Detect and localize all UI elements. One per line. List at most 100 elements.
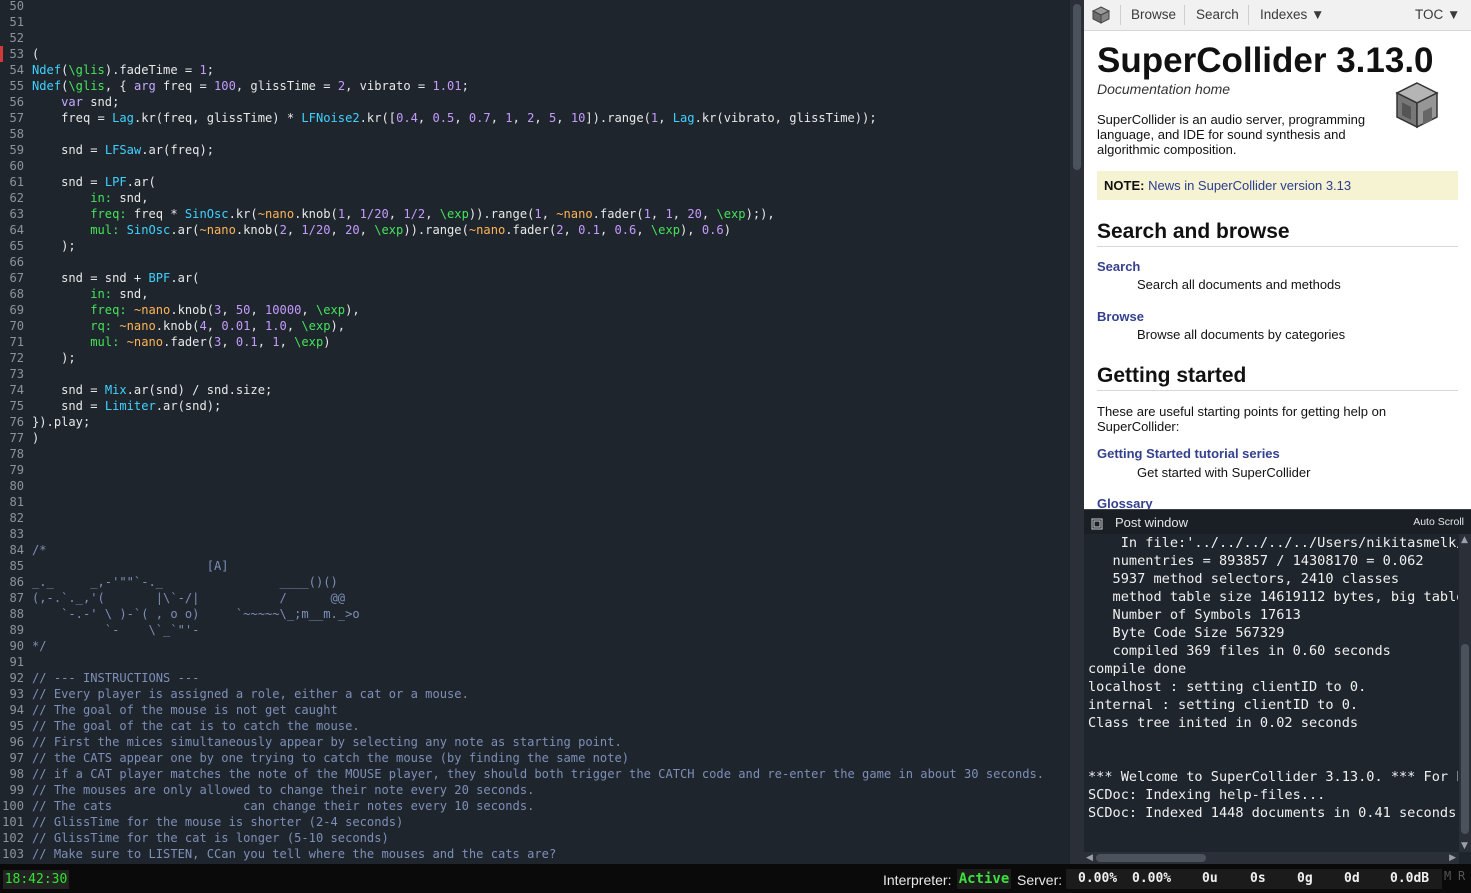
code-line[interactable]: 58	[0, 126, 1070, 142]
scroll-left-icon[interactable]: ◀	[1086, 853, 1093, 863]
indexes-menu[interactable]: Indexes ▼	[1260, 7, 1324, 22]
code-line[interactable]: 97 // the CATS appear one by one trying t…	[0, 750, 1070, 766]
code-line[interactable]: 60	[0, 158, 1070, 174]
code-line[interactable]: 79	[0, 462, 1070, 478]
code-line[interactable]: 88 `-.-' \ )-`( , o o) `~~~~~\_;m__m._>o	[0, 606, 1070, 622]
code-line[interactable]: 86 _._ _,-'""`-._ ____()()	[0, 574, 1070, 590]
code-line[interactable]: 92 // --- INSTRUCTIONS ---	[0, 670, 1070, 686]
post-horizontal-scrollbar[interactable]: ◀ ▶	[1084, 852, 1459, 864]
post-hscroll-thumb[interactable]	[1096, 854, 1206, 862]
code-line[interactable]: 93 // Every player is assigned a role, ei…	[0, 686, 1070, 702]
toc-menu[interactable]: TOC ▼	[1415, 7, 1460, 22]
undock-icon[interactable]	[1091, 515, 1103, 534]
post-vertical-scrollbar[interactable]: ▲ ▼	[1459, 534, 1471, 852]
code-line[interactable]: 71 mul: ~nano.fader(3, 0.1, 1, \exp)	[0, 334, 1070, 350]
code-line[interactable]: 75 snd = Limiter.ar(snd);	[0, 398, 1070, 414]
code-token: SinOsc	[184, 207, 229, 221]
auto-scroll-toggle[interactable]: Auto Scroll	[1413, 516, 1464, 528]
search-button[interactable]: Search	[1196, 7, 1239, 22]
code-editor[interactable]: 50 51 52 53(54 Ndef(\glis).fadeTime = 1; 55 Nd…	[0, 0, 1070, 864]
code-line[interactable]: 82	[0, 510, 1070, 526]
code-token: 2	[279, 223, 287, 237]
code-line[interactable]: 57 freq = Lag.kr(freq, glissTime) * LFNo…	[0, 110, 1070, 126]
volume-level[interactable]: 0.0dB	[1390, 869, 1429, 889]
code-token: 0.7	[468, 111, 491, 125]
help-toolbar: Browse Search Indexes ▼ TOC ▼	[1084, 0, 1471, 31]
scroll-right-icon[interactable]: ▶	[1449, 853, 1456, 863]
code-token: ~nano	[133, 303, 171, 317]
scroll-down-icon[interactable]: ▼	[1461, 841, 1468, 851]
post-vscroll-thumb[interactable]	[1461, 644, 1469, 834]
code-line[interactable]: 66	[0, 254, 1070, 270]
code-line[interactable]: 63 freq: freq * SinOsc.kr(~nano.knob(1, …	[0, 206, 1070, 222]
code-line[interactable]: 103 // Make sure to LISTEN, CCan you tell…	[0, 846, 1070, 862]
code-line[interactable]: 73	[0, 366, 1070, 382]
code-line[interactable]: 67 snd = snd + BPF.ar(	[0, 270, 1070, 286]
code-line[interactable]: 52	[0, 30, 1070, 46]
code-line[interactable]: 80	[0, 478, 1070, 494]
interpreter-status[interactable]: Active	[957, 869, 1011, 889]
code-line[interactable]: 95 // The goal of the cat is to catch the…	[0, 718, 1070, 734]
code-line[interactable]: 59 snd = LFSaw.ar(freq);	[0, 142, 1070, 158]
code-line[interactable]: 62 in: snd,	[0, 190, 1070, 206]
code-line[interactable]: 70 rq: ~nano.knob(4, 0.01, 1.0, \exp),	[0, 318, 1070, 334]
code-line[interactable]: 69 freq: ~nano.knob(3, 50, 10000, \exp),	[0, 302, 1070, 318]
code-line[interactable]: 90 */	[0, 638, 1070, 654]
code-token: ,	[672, 207, 688, 221]
code-line[interactable]: 83	[0, 526, 1070, 542]
code-token: // --- INSTRUCTIONS ---	[32, 671, 200, 685]
sc-cube-icon[interactable]	[1091, 6, 1111, 29]
code-line[interactable]: 96 // First the mices simultaneously appe…	[0, 734, 1070, 750]
editor-scroll-thumb[interactable]	[1073, 4, 1081, 170]
post-line: Byte Code Size 567329	[1088, 625, 1285, 641]
record-button[interactable]: R	[1458, 869, 1465, 883]
code-line[interactable]: 51	[0, 14, 1070, 30]
code-line[interactable]: 94 // The goal of the mouse is not get ca…	[0, 702, 1070, 718]
code-line[interactable]: 98 // if a CAT player matches the note of…	[0, 766, 1070, 782]
tutorial-link[interactable]: Getting Started tutorial series	[1097, 446, 1280, 461]
code-line[interactable]: 100 // The cats can change their notes ev…	[0, 798, 1070, 814]
code-line[interactable]: 101 // GlissTime for the mouse is shorter…	[0, 814, 1070, 830]
code-line[interactable]: 87 (,-.`._,'( |\`-/| / @@	[0, 590, 1070, 606]
code-line[interactable]: 56 var snd;	[0, 94, 1070, 110]
code-line[interactable]: 74 snd = Mix.ar(snd) / snd.size;	[0, 382, 1070, 398]
code-line[interactable]: 64 mul: SinOsc.ar(~nano.knob(2, 1/20, 20…	[0, 222, 1070, 238]
code-line[interactable]: 72 );	[0, 350, 1070, 366]
code-line[interactable]: 91	[0, 654, 1070, 670]
code-token: freq:	[90, 207, 127, 221]
code-lines[interactable]: 50 51 52 53(54 Ndef(\glis).fadeTime = 1; 55 Nd…	[0, 0, 1070, 862]
code-token: .knob(	[235, 223, 280, 237]
code-line[interactable]: 89 `- \`_`"'-	[0, 622, 1070, 638]
glossary-link[interactable]: Glossary	[1097, 496, 1153, 509]
code-line[interactable]: 78	[0, 446, 1070, 462]
code-line[interactable]: 99 // The mouses are only allowed to chan…	[0, 782, 1070, 798]
code-line[interactable]: 53 (	[0, 46, 1070, 62]
post-line: In file:'../../../../../Users/nikitasmel…	[1088, 535, 1458, 551]
scroll-up-icon[interactable]: ▲	[1461, 535, 1468, 545]
code-line[interactable]: 102 // GlissTime for the cat is longer (5…	[0, 830, 1070, 846]
editor-vertical-scrollbar[interactable]	[1070, 0, 1084, 864]
browse-button[interactable]: Browse	[1131, 7, 1176, 22]
code-line[interactable]: 85 [A]	[0, 558, 1070, 574]
code-line[interactable]: 77)	[0, 430, 1070, 446]
news-link[interactable]: News in SuperCollider version 3.13	[1148, 178, 1351, 193]
code-line[interactable]: 65 );	[0, 238, 1070, 254]
code-line[interactable]: 55 Ndef(\glis, { arg freq = 100, glissTim…	[0, 78, 1070, 94]
code-token: ,	[206, 319, 222, 333]
code-token: ,	[417, 111, 433, 125]
browse-link[interactable]: Browse	[1097, 309, 1144, 324]
tutorial-description: Get started with SuperCollider	[1137, 465, 1311, 480]
code-line[interactable]: 68 in: snd,	[0, 286, 1070, 302]
search-link[interactable]: Search	[1097, 259, 1140, 274]
code-line[interactable]: 50	[0, 0, 1070, 14]
code-line[interactable]: 84 /*	[0, 542, 1070, 558]
clock[interactable]: 18:42:30	[3, 870, 69, 889]
code-line[interactable]: 81	[0, 494, 1070, 510]
server-status[interactable]: 0.00% 0.00% 0u 0s 0g 0d 0.0dB	[1066, 869, 1442, 889]
post-output[interactable]: In file:'../../../../../Users/nikitasmel…	[1088, 534, 1458, 844]
code-line[interactable]: 54 Ndef(\glis).fadeTime = 1;	[0, 62, 1070, 78]
code-line[interactable]: 61 snd = LPF.ar(	[0, 174, 1070, 190]
line-number: 57	[9, 111, 24, 125]
code-line[interactable]: 76}).play;	[0, 414, 1070, 430]
mute-button[interactable]: M	[1444, 869, 1451, 883]
